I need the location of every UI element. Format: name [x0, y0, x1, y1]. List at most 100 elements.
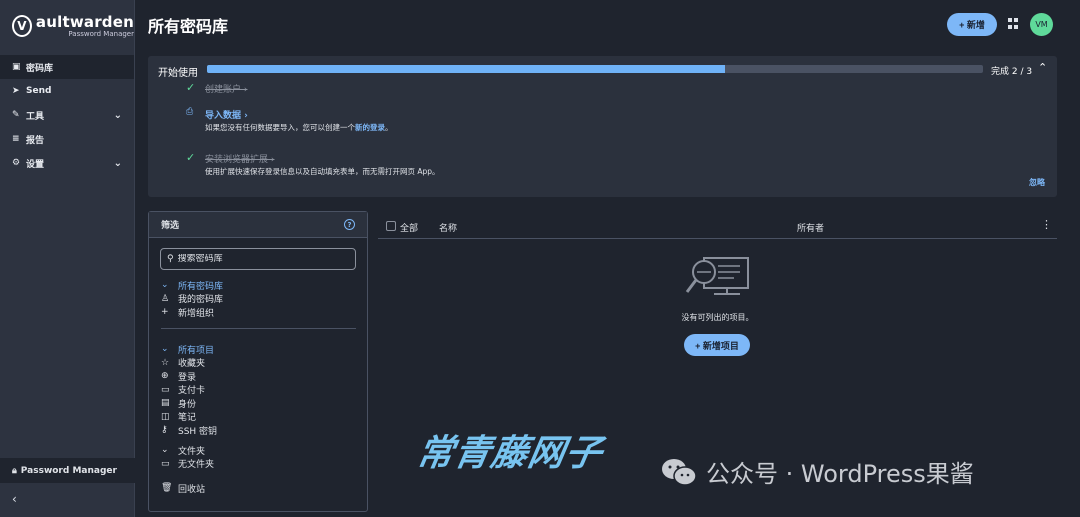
- step-description: 使用扩展快速保存登录信息以及自动填充表单，而无需打开网页 App。: [205, 166, 440, 177]
- chevron-down-icon: ⌄: [113, 109, 122, 121]
- filter-item-label: 所有项目: [178, 345, 215, 356]
- filter-item[interactable]: ☆ 收藏夹: [161, 357, 206, 370]
- nav-icon: ✎: [12, 110, 20, 120]
- filter-icon: ♙: [161, 293, 170, 304]
- vault-list-header: 全部 名称 所有者 ⋮: [378, 213, 1057, 239]
- progress-bar: [207, 65, 983, 73]
- sidebar-item-1[interactable]: ➤ Send: [0, 79, 134, 103]
- filter-item[interactable]: ▭ 支付卡: [161, 384, 206, 397]
- nav-icon: ⚙: [12, 158, 21, 168]
- step-title[interactable]: 导入数据 ›: [205, 108, 248, 121]
- filter-item[interactable]: + 新增组织: [161, 306, 215, 319]
- watermark-left: 常青藤网子: [413, 433, 607, 474]
- filter-item[interactable]: ⚷ SSH 密钥: [161, 424, 217, 437]
- wechat-icon: [662, 458, 697, 486]
- vault-search[interactable]: ⚲: [160, 248, 356, 270]
- nav-icon: ≡: [12, 134, 20, 144]
- filter-item[interactable]: ♙ 我的密码库: [161, 293, 224, 306]
- watermark-right: 公众号 · WordPress果酱: [660, 454, 974, 489]
- filter-item[interactable]: ⌄ 所有密码库: [161, 279, 223, 292]
- watermark-right-text: 公众号 · WordPress果酱: [706, 460, 974, 488]
- filter-icon: ⚷: [161, 425, 168, 435]
- filter-header: 筛选 ?: [149, 212, 367, 238]
- filter-icon: ▤: [161, 398, 170, 408]
- trash-label: 回收站: [178, 484, 206, 495]
- sidebar-item-label: 工具: [26, 111, 45, 122]
- sidebar-item-0[interactable]: ▣ 密码库: [0, 55, 134, 79]
- product-switcher-label: Password Manager: [20, 465, 117, 476]
- new-item-button[interactable]: + 新增: [947, 13, 997, 36]
- filter-item-label: 无文件夹: [178, 460, 215, 470]
- sidebar-item-label: 报告: [26, 135, 45, 146]
- filter-icon: ⊕: [161, 371, 169, 381]
- filter-icon: +: [161, 307, 169, 317]
- filter-item-label: 身份: [178, 399, 197, 410]
- vaultwarden-logo-icon: V: [12, 15, 32, 37]
- filter-item[interactable]: ⌄ 所有项目: [161, 343, 215, 356]
- getting-started-panel: 开始使用 完成 2 / 3 ⌃ ✓ 创建账户 › ⎙ 导入数据 › 如果您没有任何数据要…: [148, 56, 1057, 197]
- empty-search-illustration-icon: [685, 257, 749, 295]
- sidebar-item-label: Send: [26, 86, 52, 96]
- search-input[interactable]: [177, 254, 338, 264]
- select-all-label[interactable]: 全部: [400, 221, 418, 234]
- chevron-up-icon[interactable]: ⌃: [1038, 61, 1047, 74]
- check-icon: ✓: [186, 151, 196, 164]
- empty-state-text: 没有可列出的项目。: [681, 313, 754, 322]
- collapse-sidebar-icon[interactable]: ‹: [12, 492, 17, 506]
- filter-icon: ☆: [161, 357, 170, 368]
- progress-count: 完成 2 / 3: [991, 67, 1033, 77]
- select-all-checkbox[interactable]: [386, 221, 396, 231]
- filter-item-label: 我的密码库: [178, 295, 224, 305]
- new-login-link[interactable]: 新的登录: [355, 123, 385, 132]
- sidebar-item-label: 设置: [26, 159, 45, 170]
- filter-icon: ▭: [161, 384, 170, 395]
- step-description-text: 如果您没有任何数据要导入，您可以创建一个: [205, 123, 355, 132]
- sidebar-item-4[interactable]: ⚙ 设置 ⌄: [0, 151, 134, 175]
- product-switcher[interactable]: 🔒︎ Password Manager: [0, 458, 135, 483]
- step-title[interactable]: 创建账户 ›: [205, 82, 247, 95]
- nav-icon: ▣: [12, 62, 21, 72]
- getting-started-title: 开始使用: [158, 68, 198, 79]
- more-options-icon[interactable]: ⋮: [1041, 218, 1052, 231]
- filter-item-label: 收藏夹: [178, 359, 206, 369]
- filter-item[interactable]: ▤ 身份: [161, 397, 197, 410]
- chevron-down-icon: ⌄: [113, 157, 122, 169]
- filter-item-label: 文件夹: [178, 446, 206, 457]
- sidebar-item-3[interactable]: ≡ 报告: [0, 127, 134, 151]
- brand-logo[interactable]: V aultwarden Password Manager: [0, 0, 134, 52]
- sidebar-nav: ▣ 密码库 ➤ Send ✎ 工具 ⌄ ≡ 报告 ⚙ 设置 ⌄: [0, 55, 134, 175]
- filter-icon: ⌄: [161, 344, 169, 354]
- filter-item[interactable]: ⌄ 文件夹: [161, 444, 206, 457]
- trash-item[interactable]: 🗑 回收站: [161, 482, 206, 495]
- filter-item-label: 登录: [178, 372, 197, 383]
- step-title[interactable]: 安装浏览器扩展 ›: [205, 152, 274, 165]
- lock-icon: 🔒︎: [12, 465, 17, 476]
- import-icon: ⎙: [186, 107, 194, 117]
- sidebar-item-2[interactable]: ✎ 工具 ⌄: [0, 103, 134, 127]
- column-name[interactable]: 名称: [439, 221, 457, 234]
- add-item-button[interactable]: + 新增项目: [684, 334, 750, 356]
- help-icon[interactable]: ?: [344, 219, 355, 230]
- step-description-text: 使用扩展快速保存登录信息以及自动填充表单，而无需打开网页 App。: [205, 167, 440, 176]
- filter-item-label: 支付卡: [178, 386, 206, 396]
- dismiss-link[interactable]: 忽略: [1029, 177, 1045, 188]
- filter-item[interactable]: ▭ 无文件夹: [161, 458, 215, 471]
- divider: [161, 328, 356, 329]
- page-title: 所有密码库: [148, 17, 229, 36]
- product-switcher-icon[interactable]: [1008, 18, 1019, 29]
- avatar[interactable]: VM: [1030, 13, 1053, 36]
- filter-item-label: 新增组织: [178, 308, 215, 319]
- progress-fill: [207, 65, 725, 73]
- filter-icon: ⌄: [161, 445, 169, 455]
- filter-icon: ▭: [161, 458, 170, 469]
- sidebar-item-label: 密码库: [26, 63, 54, 74]
- filter-panel: 筛选 ? ⚲ ⌄ 所有密码库 ♙ 我的密码库 + 新增组织 ⌄ 所有项目 ☆ 收藏夹 ⊕ 登录 ▭ 支付卡…: [148, 211, 368, 512]
- filter-icon: ⌄: [161, 280, 169, 290]
- filter-item[interactable]: ⊕ 登录: [161, 370, 197, 383]
- trash-icon: 🗑: [161, 483, 173, 493]
- column-owner[interactable]: 所有者: [797, 221, 824, 234]
- nav-icon: ➤: [12, 86, 20, 96]
- sidebar: V aultwarden Password Manager ▣ 密码库 ➤ Send ✎…: [0, 0, 135, 517]
- check-icon: ✓: [186, 81, 196, 94]
- filter-item[interactable]: ◫ 笔记: [161, 411, 196, 424]
